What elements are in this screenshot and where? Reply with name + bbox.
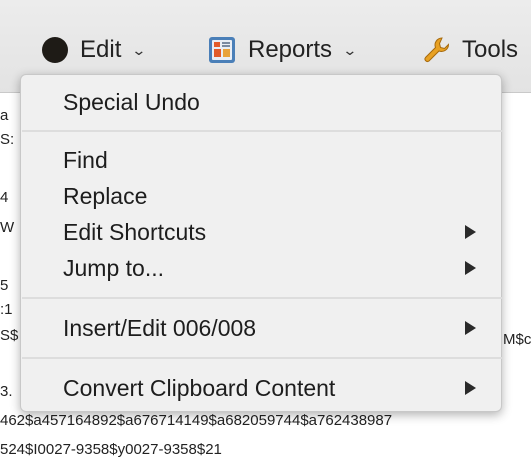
submenu-arrow-icon — [465, 381, 476, 395]
doc-fragment: 3. — [0, 383, 13, 400]
menu-item-find[interactable]: Find — [21, 143, 501, 177]
edit-menu-label: Edit — [80, 36, 122, 63]
tools-menu-label: Tools — [462, 36, 519, 63]
menu-item-label: Find — [63, 146, 108, 173]
menu-item-special-undo[interactable]: Special Undo — [21, 85, 501, 119]
reports-menu-button[interactable]: Reports ⌄ — [208, 28, 358, 72]
chevron-down-icon: ⌄ — [131, 41, 147, 58]
edit-dropdown-menu: Special Undo Find Replace Edit Shortcuts… — [20, 74, 502, 412]
reports-menu-label: Reports — [248, 36, 333, 63]
screen: Edit ⌄ Reports ⌄ Tools a S: 4 W 5:1 S$ … — [0, 0, 531, 460]
chevron-down-icon: ⌄ — [342, 41, 358, 58]
edit-menu-button[interactable]: Edit ⌄ — [42, 28, 147, 72]
menu-item-insert-edit-006-008[interactable]: Insert/Edit 006/008 — [21, 311, 501, 345]
menu-item-convert-clipboard-content[interactable]: Convert Clipboard Content — [21, 371, 501, 405]
submenu-arrow-icon — [465, 225, 476, 239]
doc-line: 524$I0027-9358$y0027-9358$21 — [0, 441, 222, 458]
menu-item-edit-shortcuts[interactable]: Edit Shortcuts — [21, 215, 501, 249]
doc-fragment: W — [0, 219, 15, 236]
menu-item-label: Replace — [63, 182, 148, 209]
doc-fragment: :1 — [0, 301, 13, 318]
menu-item-jump-to[interactable]: Jump to... — [21, 251, 501, 285]
submenu-arrow-icon — [465, 261, 476, 275]
tools-menu-button[interactable]: Tools — [422, 28, 518, 72]
menu-separator — [22, 297, 502, 299]
menu-separator — [22, 130, 502, 132]
doc-fragment: a — [0, 107, 9, 124]
doc-fragment: 4 — [0, 189, 9, 206]
edit-dot-icon — [42, 37, 68, 63]
menu-item-replace[interactable]: Replace — [21, 179, 501, 213]
reports-icon — [209, 37, 235, 63]
doc-line: 462$a457164892$a676714149$a682059744$a76… — [0, 412, 393, 429]
submenu-arrow-icon — [465, 321, 476, 335]
doc-fragment: S$ — [0, 327, 19, 344]
menu-item-label: Special Undo — [63, 88, 200, 115]
menu-item-label: Insert/Edit 006/008 — [63, 314, 257, 341]
doc-fragment: M$c — [503, 331, 531, 348]
doc-fragment: S: — [0, 131, 15, 148]
wrench-icon — [424, 37, 450, 62]
menu-item-label: Convert Clipboard Content — [63, 374, 336, 401]
menu-item-label: Edit Shortcuts — [63, 218, 207, 245]
menu-item-label: Jump to... — [63, 254, 164, 281]
doc-fragment: 5 — [0, 277, 9, 294]
menu-separator — [22, 357, 502, 359]
